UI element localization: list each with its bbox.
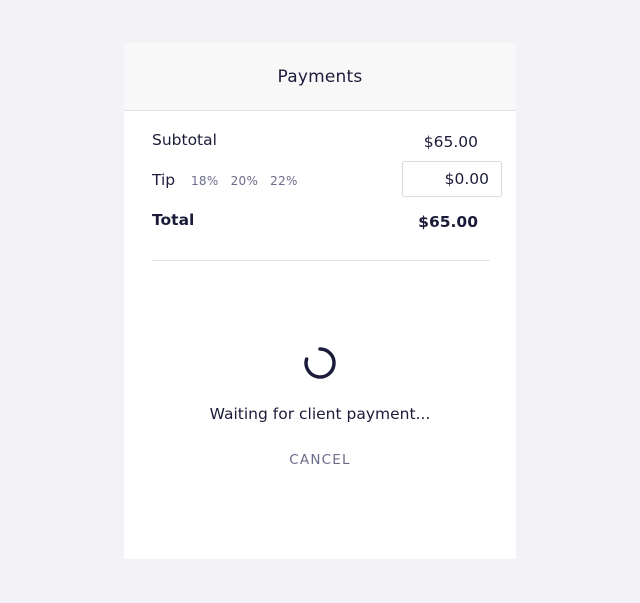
payment-summary: Subtotal $65.00 Tip 18% 20% 22% Total $6… <box>152 111 502 231</box>
subtotal-value: $65.00 <box>423 133 478 151</box>
subtotal-row: Subtotal $65.00 <box>152 131 490 151</box>
loading-spinner-icon <box>304 347 336 379</box>
status-message: Waiting for client payment... <box>209 405 431 423</box>
spinner-container <box>124 345 516 381</box>
total-row: Total $65.00 <box>152 211 490 231</box>
tip-option-18[interactable]: 18% <box>191 174 219 188</box>
card-header: Payments <box>124 43 516 111</box>
summary-divider <box>152 260 490 261</box>
subtotal-label: Subtotal <box>152 131 217 149</box>
page-title: Payments <box>277 66 363 87</box>
tip-option-20[interactable]: 20% <box>231 174 259 188</box>
payments-card: Payments Subtotal $65.00 Tip 18% 20% 22%… <box>124 43 516 559</box>
tip-row: Tip 18% 20% 22% <box>152 161 502 197</box>
tip-options: 18% 20% 22% <box>191 174 298 188</box>
cancel-button[interactable]: CANCEL <box>270 446 370 474</box>
total-label: Total <box>152 211 195 229</box>
total-value: $65.00 <box>418 213 478 231</box>
tip-option-22[interactable]: 22% <box>270 174 298 188</box>
tip-label: Tip <box>152 171 176 189</box>
tip-amount-input[interactable] <box>402 161 502 197</box>
